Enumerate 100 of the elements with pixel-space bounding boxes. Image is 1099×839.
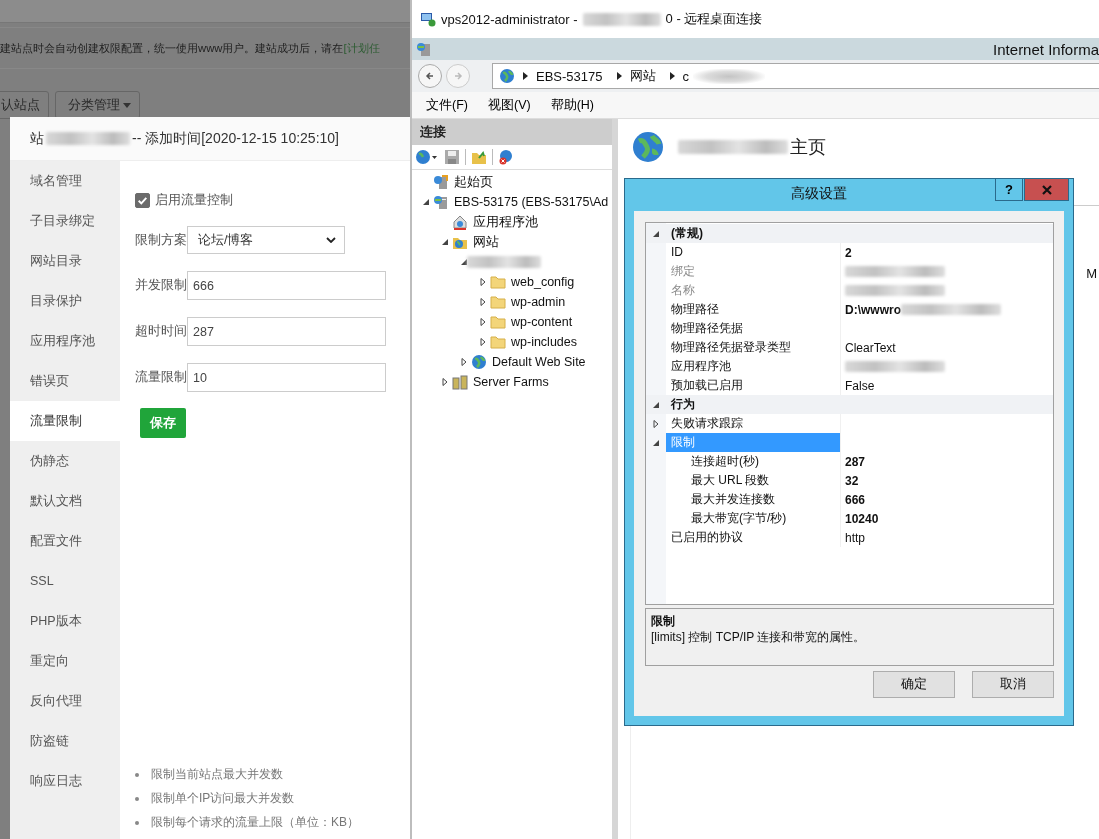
property-name[interactable]: 物理路径凭据登录类型 xyxy=(666,338,841,357)
expand-toggle-icon[interactable] xyxy=(652,400,660,409)
menu-item[interactable]: 重定向 xyxy=(10,641,120,681)
filter-button[interactable]: 认站点 xyxy=(0,91,49,119)
address-bar[interactable]: EBS-53175 网站 c xyxy=(492,63,1099,89)
property-value[interactable]: 287 xyxy=(845,454,866,469)
menu-item[interactable]: 视图(V) xyxy=(487,96,531,114)
property-value[interactable]: http xyxy=(845,530,865,545)
breadcrumb-item[interactable]: 网站 xyxy=(629,67,656,85)
expand-toggle-icon[interactable] xyxy=(652,438,660,447)
expand-toggle-icon[interactable] xyxy=(460,258,468,266)
tree-item[interactable]: 网站 xyxy=(473,233,499,251)
menu-item[interactable]: PHP版本 xyxy=(10,601,120,641)
globe-icon xyxy=(632,131,664,163)
menu-item[interactable]: SSL xyxy=(10,561,120,601)
menu-item[interactable]: 域名管理 xyxy=(10,161,120,201)
expand-toggle-icon[interactable] xyxy=(479,338,487,346)
chevron-icon xyxy=(616,72,622,80)
menu-item[interactable]: 子目录绑定 xyxy=(10,201,120,241)
property-name[interactable]: 最大 URL 段数 xyxy=(666,471,841,490)
menu-item[interactable]: 默认文档 xyxy=(10,481,120,521)
property-value[interactable]: False xyxy=(845,378,875,393)
menu-item[interactable]: 错误页 xyxy=(10,361,120,401)
input-field[interactable]: 287 xyxy=(187,317,386,346)
expand-toggle-icon[interactable] xyxy=(441,378,449,386)
expand-toggle-icon[interactable] xyxy=(422,198,430,206)
globe-dropdown-icon[interactable] xyxy=(415,149,439,165)
property-name[interactable]: 连接超时(秒) xyxy=(666,452,841,471)
expand-toggle-icon[interactable] xyxy=(479,318,487,326)
disconnect-icon[interactable] xyxy=(498,149,514,165)
expand-toggle-icon[interactable] xyxy=(460,358,468,366)
dialog-button[interactable]: 确定 xyxy=(873,671,955,698)
property-name[interactable]: 物理路径 xyxy=(666,300,841,319)
menu-item[interactable]: 流量限制 xyxy=(10,401,120,441)
tree-item[interactable]: web_config xyxy=(511,275,575,289)
folder-icon xyxy=(490,294,506,310)
tree-item[interactable]: EBS-53175 (EBS-53175\Ad xyxy=(454,195,609,209)
server-icon xyxy=(433,194,449,210)
help-button[interactable]: ? xyxy=(995,179,1023,201)
bullet-icon xyxy=(135,772,139,777)
tree-item[interactable]: wp-includes xyxy=(511,335,577,349)
breadcrumb-item[interactable]: EBS-53175 xyxy=(536,68,603,84)
expand-toggle-icon[interactable] xyxy=(652,229,660,238)
expand-toggle-icon[interactable] xyxy=(652,419,660,428)
globe-icon xyxy=(471,354,487,370)
dialog-button[interactable]: 取消 xyxy=(972,671,1054,698)
field-label: 并发限制 xyxy=(135,277,187,294)
filter-button[interactable]: 分类管理 xyxy=(55,91,140,119)
tree-item[interactable]: wp-admin xyxy=(511,295,566,309)
menu-item[interactable]: 防盗链 xyxy=(10,721,120,761)
menu-item[interactable]: 目录保护 xyxy=(10,281,120,321)
dialog-title: 高级设置 xyxy=(791,185,847,203)
tree-item[interactable]: Server Farms xyxy=(473,375,549,389)
property-value[interactable]: D:\wwwro xyxy=(845,302,901,317)
globe-icon xyxy=(499,68,515,84)
monitor-icon xyxy=(420,11,436,27)
server-icon xyxy=(416,41,432,57)
select-field[interactable]: 论坛/博客 xyxy=(187,226,345,254)
menu-item[interactable]: 响应日志 xyxy=(10,761,120,801)
menu-item[interactable]: 帮助(H) xyxy=(550,96,594,114)
property-name[interactable]: 最大并发连接数 xyxy=(666,490,841,509)
folder-icon xyxy=(490,274,506,290)
menu-item[interactable]: 反向代理 xyxy=(10,681,120,721)
menu-item[interactable]: 文件(F) xyxy=(426,96,468,114)
folder-icon[interactable] xyxy=(471,149,487,165)
tree-item[interactable]: 起始页 xyxy=(454,173,493,191)
property-value[interactable]: 2 xyxy=(845,245,852,260)
property-name[interactable]: 应用程序池 xyxy=(666,357,841,376)
property-value[interactable]: ClearText xyxy=(845,340,896,355)
menu-item[interactable]: 应用程序池 xyxy=(10,321,120,361)
property-value[interactable]: 10240 xyxy=(845,511,879,526)
property-name[interactable]: ID xyxy=(666,243,841,262)
save-icon[interactable] xyxy=(444,149,460,165)
expand-toggle-icon[interactable] xyxy=(441,238,449,246)
description-text: [limits] 控制 TCP/IP 连接和带宽的属性。 xyxy=(651,629,867,645)
checkbox[interactable] xyxy=(135,192,150,208)
category-header[interactable]: 行为 xyxy=(666,395,695,414)
property-value[interactable]: 666 xyxy=(845,492,866,507)
tree-item[interactable]: Default Web Site xyxy=(492,355,586,369)
property-value[interactable]: 32 xyxy=(845,473,859,488)
input-field[interactable]: 10 xyxy=(187,363,386,392)
back-button[interactable] xyxy=(418,64,442,88)
panel-title: 连接 xyxy=(412,119,612,145)
folder-icon xyxy=(490,334,506,350)
property-name[interactable]: 已启用的协议 xyxy=(666,528,841,547)
chevron-down-icon xyxy=(326,237,336,243)
property-name[interactable]: 最大带宽(字节/秒) xyxy=(666,509,841,528)
tree-item[interactable]: wp-content xyxy=(511,315,573,329)
tree-item[interactable]: 应用程序池 xyxy=(473,213,538,231)
category-header[interactable]: (常规) xyxy=(666,224,703,243)
menu-item[interactable]: 配置文件 xyxy=(10,521,120,561)
property-name[interactable]: 物理路径凭据 xyxy=(666,319,841,338)
close-button[interactable] xyxy=(1024,179,1069,201)
expand-toggle-icon[interactable] xyxy=(479,278,487,286)
menu-item[interactable]: 网站目录 xyxy=(10,241,120,281)
pool-icon xyxy=(452,214,468,230)
expand-toggle-icon[interactable] xyxy=(479,298,487,306)
input-field[interactable]: 666 xyxy=(187,271,386,300)
menu-item[interactable]: 伪静态 xyxy=(10,441,120,481)
folder-icon xyxy=(490,314,506,330)
